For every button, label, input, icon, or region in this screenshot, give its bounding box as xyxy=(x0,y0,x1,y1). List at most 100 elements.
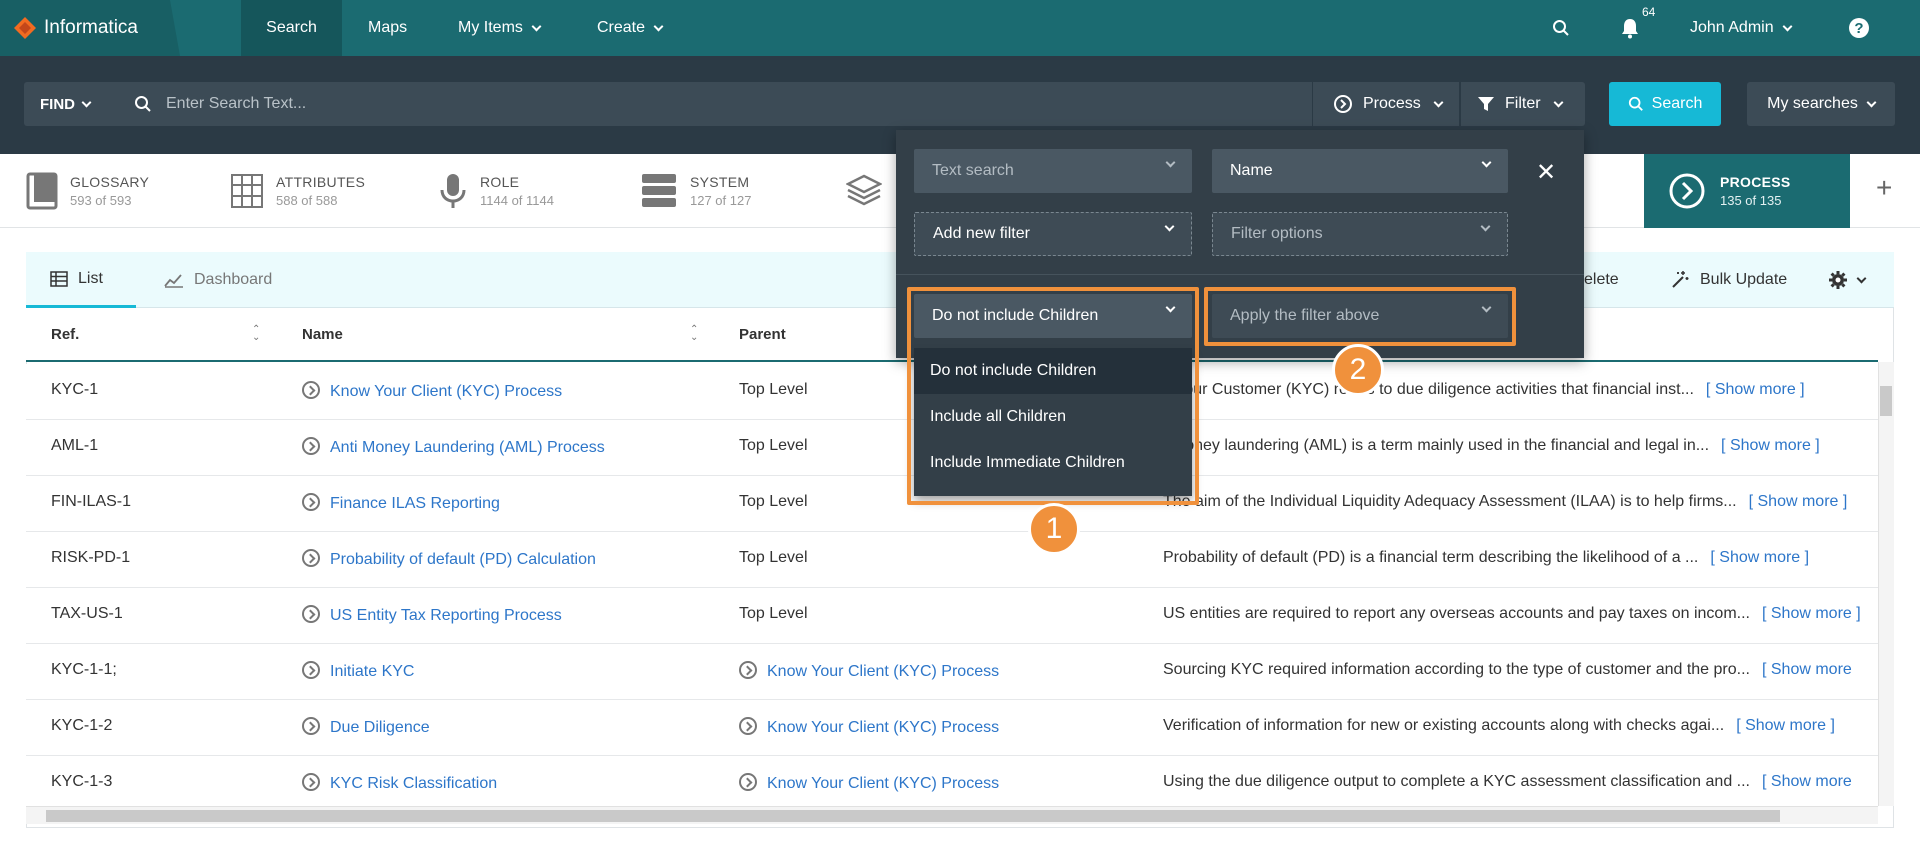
show-more-link[interactable]: [ Show more ] xyxy=(1706,381,1805,398)
process-icon xyxy=(302,381,320,399)
show-more-link[interactable]: [ Show more ] xyxy=(1762,605,1861,622)
show-more-link[interactable]: [ Show more ] xyxy=(1736,717,1835,734)
horizontal-scroll-thumb[interactable] xyxy=(46,810,1780,822)
process-label: Process xyxy=(1363,95,1421,112)
nav-my-items[interactable]: My Items xyxy=(458,0,542,56)
category-role[interactable]: ROLE 1144 of 1144 xyxy=(438,154,554,228)
text-search-select[interactable]: Text search xyxy=(914,149,1192,193)
cell-name-link[interactable]: KYC Risk Classification xyxy=(302,773,497,793)
process-icon xyxy=(1669,173,1705,209)
category-role-title: ROLE xyxy=(480,174,520,190)
bulk-update-button[interactable]: Bulk Update xyxy=(1670,252,1787,308)
column-ref[interactable]: Ref. xyxy=(51,326,79,343)
add-filter-select[interactable]: Add new filter xyxy=(914,212,1192,256)
process-icon xyxy=(302,773,320,791)
search-icon xyxy=(1628,96,1643,111)
chevron-down-icon xyxy=(531,21,542,31)
search-button-label: Search xyxy=(1651,95,1703,112)
category-system[interactable]: SYSTEM 127 of 127 xyxy=(640,154,751,228)
brand-logo[interactable]: Informatica xyxy=(0,0,170,56)
chevron-down-icon xyxy=(1164,221,1175,232)
filter-divider xyxy=(896,274,1584,275)
cell-parent: Top Level xyxy=(739,493,808,511)
cell-name-link-text: Finance ILAS Reporting xyxy=(330,495,500,512)
vertical-scroll-thumb[interactable] xyxy=(1880,386,1892,416)
tab-dashboard[interactable]: Dashboard xyxy=(164,252,272,308)
chevron-down-icon xyxy=(1553,97,1564,107)
global-search-button[interactable] xyxy=(1552,0,1570,56)
cell-name-link[interactable]: Know Your Client (KYC) Process xyxy=(302,381,562,401)
chevron-down-icon xyxy=(1481,157,1492,168)
delete-button[interactable]: elete xyxy=(1584,252,1619,308)
tab-list[interactable]: List xyxy=(26,252,136,308)
filter-dropdown[interactable]: Filter xyxy=(1461,82,1585,126)
help-icon[interactable]: ? xyxy=(1849,18,1869,38)
show-more-link[interactable]: [ Show more xyxy=(1762,773,1852,790)
settings-dropdown[interactable] xyxy=(1828,252,1867,308)
cell-name-link[interactable]: US Entity Tax Reporting Process xyxy=(302,605,562,625)
process-dropdown[interactable]: Process xyxy=(1313,82,1459,126)
name-select[interactable]: Name xyxy=(1212,149,1508,193)
add-filter-label: Add new filter xyxy=(933,225,1030,242)
cell-name-link-text: Probability of default (PD) Calculation xyxy=(330,551,596,568)
chevron-down-icon xyxy=(1480,221,1491,232)
cell-ref: AML-1 xyxy=(51,437,98,455)
category-glossary[interactable]: GLOSSARY 593 of 593 xyxy=(26,154,149,228)
nav-maps[interactable]: Maps xyxy=(368,0,407,56)
user-menu[interactable]: John Admin xyxy=(1690,0,1793,56)
category-system-count: 127 of 127 xyxy=(690,193,752,208)
chevron-down-icon xyxy=(653,21,664,31)
process-icon xyxy=(302,437,320,455)
cell-ref: RISK-PD-1 xyxy=(51,549,130,567)
chevron-down-icon xyxy=(1856,273,1867,283)
show-more-link[interactable]: [ Show more ] xyxy=(1749,493,1848,510)
filter-options-select[interactable]: Filter options xyxy=(1212,212,1508,256)
cell-parent[interactable]: Know Your Client (KYC) Process xyxy=(739,773,999,793)
nav-search[interactable]: Search xyxy=(241,0,342,56)
cell-description: The aim of the Individual Liquidity Adeq… xyxy=(1163,493,1847,511)
category-process-title: PROCESS xyxy=(1720,174,1791,190)
column-name[interactable]: Name xyxy=(302,326,343,343)
category-attributes[interactable]: ATTRIBUTES 588 of 588 xyxy=(230,154,365,228)
cell-description-text: i-money laundering (AML) is a term mainl… xyxy=(1163,437,1710,454)
cell-ref-text: KYC-1-3 xyxy=(51,773,113,790)
cell-name-link[interactable]: Due Diligence xyxy=(302,717,430,737)
cell-name-link[interactable]: Initiate KYC xyxy=(302,661,414,681)
search-input[interactable]: Enter Search Text... xyxy=(118,82,1312,126)
category-process[interactable]: PROCESS 135 of 135 xyxy=(1644,154,1850,228)
layers-icon xyxy=(846,174,882,206)
cell-ref-text: TAX-US-1 xyxy=(51,605,123,622)
find-dropdown[interactable]: FIND xyxy=(24,82,118,126)
show-more-link[interactable]: [ Show more ] xyxy=(1710,549,1809,566)
brand-divider xyxy=(170,0,180,56)
show-more-link[interactable]: [ Show more xyxy=(1762,661,1852,678)
notifications-button[interactable] xyxy=(1620,0,1640,56)
cell-ref-text: KYC-1-1; xyxy=(51,661,117,678)
cell-parent-text: Top Level xyxy=(739,605,808,622)
vertical-scrollbar[interactable] xyxy=(1878,362,1894,806)
search-button[interactable]: Search xyxy=(1609,82,1721,126)
show-more-link[interactable]: [ Show more ] xyxy=(1721,437,1820,454)
nav-create[interactable]: Create xyxy=(597,0,664,56)
cell-parent[interactable]: Know Your Client (KYC) Process xyxy=(739,661,999,681)
add-category-icon[interactable]: + xyxy=(1876,172,1892,204)
cell-parent-text: Top Level xyxy=(739,549,808,566)
cell-description-text: v Your Customer (KYC) refers to due dili… xyxy=(1163,381,1694,398)
sort-icon[interactable]: ⌃ ⌄ xyxy=(252,325,260,343)
chart-line-icon xyxy=(164,274,183,288)
cell-name-link[interactable]: Finance ILAS Reporting xyxy=(302,493,500,513)
sort-icon[interactable]: ⌃ ⌄ xyxy=(690,325,698,343)
cell-description: Sourcing KYC required information accord… xyxy=(1163,661,1852,679)
cell-name-link[interactable]: Anti Money Laundering (AML) Process xyxy=(302,437,605,457)
cell-parent: Top Level xyxy=(739,605,808,623)
cell-parent-text: Top Level xyxy=(739,493,808,510)
my-searches-dropdown[interactable]: My searches xyxy=(1747,82,1895,126)
close-icon[interactable]: ✕ xyxy=(1536,158,1556,187)
bulk-update-label: Bulk Update xyxy=(1700,271,1788,288)
category-layers[interactable] xyxy=(846,154,882,228)
cell-name-link[interactable]: Probability of default (PD) Calculation xyxy=(302,549,596,569)
tab-list-label: List xyxy=(78,269,103,287)
highlight-box-1 xyxy=(907,287,1199,505)
cell-parent[interactable]: Know Your Client (KYC) Process xyxy=(739,717,999,737)
column-parent[interactable]: Parent xyxy=(739,326,786,343)
